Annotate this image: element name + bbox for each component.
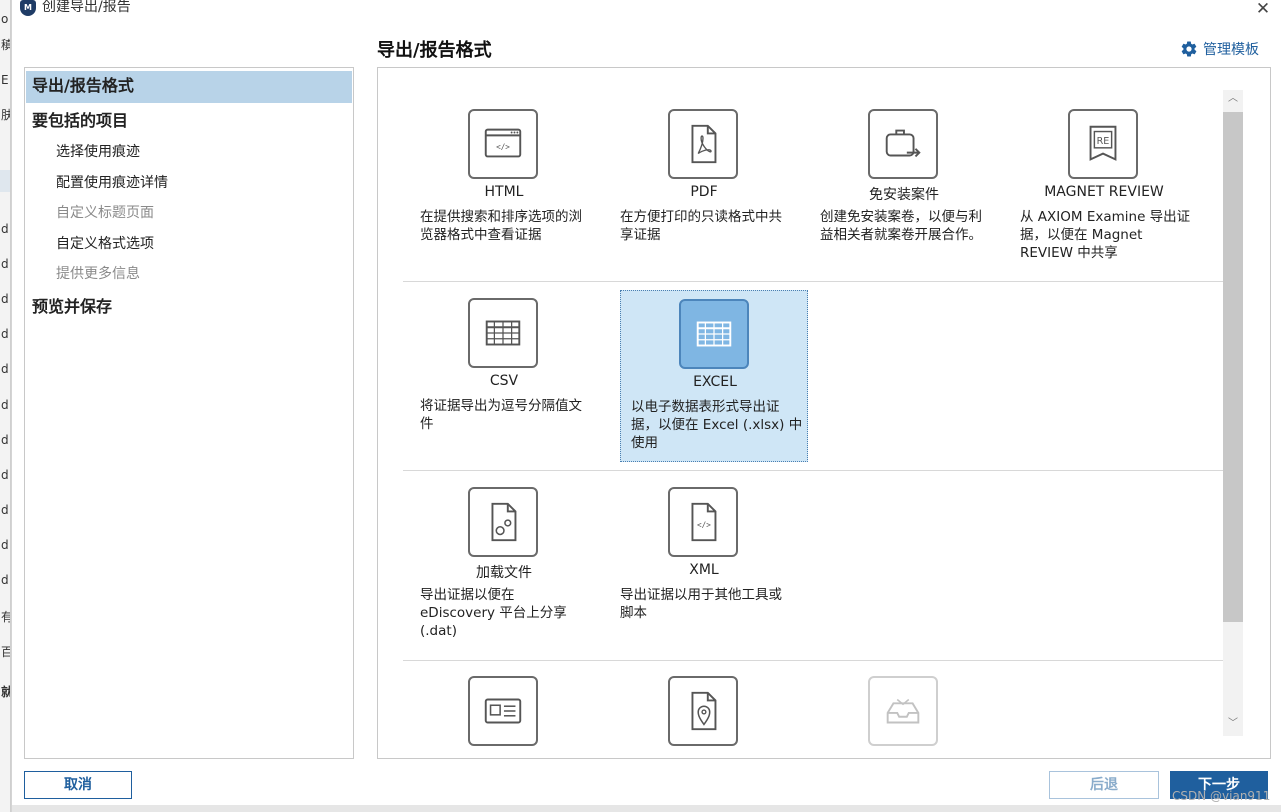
format-card-contact[interactable] bbox=[410, 668, 598, 758]
close-button[interactable]: ✕ bbox=[1250, 0, 1276, 20]
id-card-icon bbox=[468, 676, 538, 746]
format-name: XML bbox=[689, 562, 719, 578]
xml-file-icon: </> bbox=[668, 487, 738, 557]
format-card-inbox bbox=[810, 668, 998, 758]
gear-icon bbox=[1180, 40, 1198, 58]
wizard-steps-nav: 导出/报告格式 要包括的项目 选择使用痕迹 配置使用痕迹详情 自定义标题页面 自… bbox=[24, 67, 354, 759]
vertical-scrollbar[interactable]: ︿ ﹀ bbox=[1223, 90, 1243, 736]
title-bar: M 创建导出/报告 ✕ bbox=[12, 0, 1281, 24]
format-description: 创建免安装案卷，以便与利益相关者就案卷开展合作。 bbox=[820, 209, 982, 243]
manage-templates-link[interactable]: 管理模板 bbox=[1180, 38, 1259, 60]
excel-table-icon bbox=[679, 299, 749, 369]
format-card-excel[interactable]: EXCEL 以电子数据表形式导出证据，以便在 Excel (.xlsx) 中使用 bbox=[620, 290, 808, 462]
nav-step-export-format[interactable]: 导出/报告格式 bbox=[26, 71, 352, 103]
row-divider bbox=[403, 470, 1223, 471]
format-name: PDF bbox=[690, 184, 718, 200]
load-file-icon bbox=[468, 487, 538, 557]
format-name: HTML bbox=[484, 184, 524, 200]
format-card-html[interactable]: </> HTML 在提供搜索和排序选项的浏览器格式中查看证据 bbox=[410, 101, 598, 273]
format-name: 免安装案件 bbox=[869, 187, 939, 203]
cancel-button[interactable]: 取消 bbox=[24, 771, 132, 799]
scroll-up-arrow-icon[interactable]: ︿ bbox=[1223, 90, 1243, 108]
portable-case-icon bbox=[868, 109, 938, 179]
window-title: 创建导出/报告 bbox=[42, 0, 131, 15]
background-app-strip: o 稹 E 肤 d d d d d d d d d d d 有 百 就 bbox=[0, 0, 11, 812]
nav-step-preview-save[interactable]: 预览并保存 bbox=[26, 292, 352, 324]
inbox-tray-icon bbox=[868, 676, 938, 746]
app-logo-icon: M bbox=[20, 0, 36, 16]
format-name: MAGNET REVIEW bbox=[1044, 184, 1164, 200]
nav-step-configure-artifacts[interactable]: 配置使用痕迹详情 bbox=[26, 168, 352, 200]
magnet-review-icon: RE bbox=[1068, 109, 1138, 179]
html-browser-icon: </> bbox=[468, 109, 538, 179]
svg-text:</>: </> bbox=[697, 521, 711, 530]
svg-text:</>: </> bbox=[496, 143, 510, 152]
format-description: 在提供搜索和排序选项的浏览器格式中查看证据 bbox=[420, 209, 582, 243]
format-description: 导出证据以用于其他工具或脚本 bbox=[620, 587, 782, 621]
format-card-portable-case[interactable]: 免安装案件 创建免安装案卷，以便与利益相关者就案卷开展合作。 bbox=[810, 101, 998, 273]
nav-step-custom-title-page: 自定义标题页面 bbox=[56, 205, 154, 221]
bottom-strip bbox=[12, 805, 1281, 812]
format-description: 导出证据以便在 eDiscovery 平台上分享 (.dat) bbox=[420, 587, 567, 639]
screen: o 稹 E 肤 d d d d d d d d d d d 有 百 就 M 创建… bbox=[0, 0, 1281, 812]
format-description: 以电子数据表形式导出证据，以便在 Excel (.xlsx) 中使用 bbox=[631, 399, 803, 451]
location-file-icon bbox=[668, 676, 738, 746]
scroll-down-arrow-icon[interactable]: ﹀ bbox=[1223, 714, 1243, 734]
nav-step-select-artifacts[interactable]: 选择使用痕迹 bbox=[26, 137, 352, 169]
format-card-location[interactable] bbox=[610, 668, 798, 758]
format-card-load-file[interactable]: 加载文件 导出证据以便在 eDiscovery 平台上分享 (.dat) bbox=[410, 479, 598, 651]
scroll-thumb[interactable] bbox=[1223, 112, 1243, 622]
format-grid-panel: </> HTML 在提供搜索和排序选项的浏览器格式中查看证据 PDF 在方便打印… bbox=[377, 67, 1271, 759]
page-title: 导出/报告格式 bbox=[377, 40, 492, 61]
format-name: EXCEL bbox=[693, 374, 737, 390]
format-name: CSV bbox=[489, 373, 519, 389]
format-card-csv[interactable]: CSV 将证据导出为逗号分隔值文件 bbox=[410, 290, 598, 462]
svg-text:RE: RE bbox=[1097, 136, 1110, 147]
format-card-magnet-review[interactable]: RE MAGNET REVIEW 从 AXIOM Examine 导出证据，以便… bbox=[1010, 101, 1198, 273]
nav-step-more-info: 提供更多信息 bbox=[56, 266, 140, 282]
format-name: 加载文件 bbox=[476, 565, 532, 581]
export-dialog: M 创建导出/报告 ✕ 导出/报告格式 管理模板 导出/报告格式 要包括的项目 … bbox=[11, 0, 1281, 812]
nav-step-custom-format-options[interactable]: 自定义格式选项 bbox=[26, 229, 352, 261]
row-divider bbox=[403, 660, 1223, 661]
format-description: 从 AXIOM Examine 导出证据，以便在 Magnet REVIEW 中… bbox=[1020, 209, 1191, 261]
back-button[interactable]: 后退 bbox=[1049, 771, 1159, 799]
format-description: 在方便打印的只读格式中共享证据 bbox=[620, 209, 782, 243]
format-card-xml[interactable]: </> XML 导出证据以用于其他工具或脚本 bbox=[610, 479, 798, 651]
watermark: CSDN @vian911 bbox=[1172, 789, 1271, 803]
pdf-file-icon bbox=[668, 109, 738, 179]
format-card-pdf[interactable]: PDF 在方便打印的只读格式中共享证据 bbox=[610, 101, 798, 273]
manage-templates-label: 管理模板 bbox=[1203, 42, 1259, 58]
nav-step-items-to-include[interactable]: 要包括的项目 bbox=[26, 106, 352, 138]
row-divider bbox=[403, 281, 1223, 282]
format-description: 将证据导出为逗号分隔值文件 bbox=[420, 398, 582, 432]
csv-table-icon bbox=[468, 298, 538, 368]
